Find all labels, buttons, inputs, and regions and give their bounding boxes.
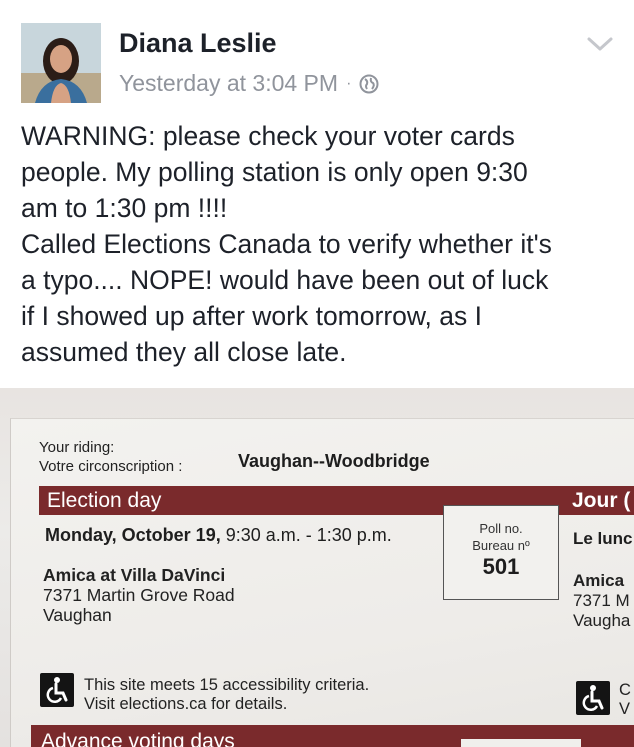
avatar[interactable] [21, 23, 101, 103]
post-text-line: if I showed up after work tomorrow, as I [21, 301, 482, 331]
author-name[interactable]: Diana Leslie [119, 28, 277, 59]
polling-location-name: Amica at Villa DaVinci [43, 565, 226, 585]
post-text-line: WARNING: please check your voter cards [21, 121, 515, 151]
polling-city: Vaughan [43, 605, 112, 625]
fr-city: Vaugha [573, 611, 631, 630]
post-text-line: Called Elections Canada to verify whethe… [21, 229, 552, 259]
advance-voting-band: Advance voting days [31, 725, 634, 747]
fr-date: Le lunc [573, 529, 633, 549]
riding-label-fr: Votre circonscription : [39, 458, 183, 475]
poll-label-en: Poll no. [479, 521, 523, 536]
voter-card: Your riding: Votre circonscription : Vau… [10, 418, 634, 747]
post-text-line: am to 1:30 pm !!!! [21, 193, 228, 223]
advance-voting-title: Advance voting days [41, 730, 235, 747]
meta-separator: · [346, 74, 352, 92]
avatar-image [21, 23, 101, 103]
fr-address: Amica 7371 M Vaugha [573, 571, 630, 631]
polling-address: Amica at Villa DaVinci 7371 Martin Grove… [43, 565, 235, 625]
band-divider [461, 739, 581, 747]
poll-label: Poll no. Bureau nº [444, 520, 558, 554]
post-photo[interactable]: Your riding: Votre circonscription : Vau… [0, 388, 634, 747]
accessibility-fr-line-1: C [619, 681, 631, 699]
poll-box: Poll no. Bureau nº 501 [443, 505, 559, 600]
accessibility-line-2: Visit elections.ca for details. [84, 695, 288, 713]
accessibility-text: This site meets 15 accessibility criteri… [84, 676, 369, 714]
election-day-title-fr: Jour ( [572, 489, 631, 512]
accessibility-fr-line-2: V [619, 700, 631, 718]
riding-label: Your riding: Votre circonscription : [39, 438, 182, 476]
election-date-day: Monday, October 19, [45, 525, 221, 545]
post-meta: Yesterday at 3:04 PM · [119, 70, 379, 97]
election-hours: 9:30 a.m. - 1:30 p.m. [220, 525, 392, 545]
post-timestamp[interactable]: Yesterday at 3:04 PM [119, 70, 338, 97]
election-day-title: Election day [47, 489, 162, 512]
globe-icon[interactable] [359, 74, 379, 94]
accessibility-line-1: This site meets 15 accessibility criteri… [84, 676, 370, 694]
riding-label-en: Your riding: [39, 439, 115, 456]
post-text-line: people. My polling station is only open … [21, 157, 528, 187]
election-date: Monday, October 19, 9:30 a.m. - 1:30 p.m… [45, 525, 392, 546]
fr-location-name: Amica [573, 571, 625, 590]
riding-value: Vaughan--Woodbridge [238, 451, 430, 471]
polling-street: 7371 Martin Grove Road [43, 585, 235, 605]
accessibility-text-fr: C V [619, 681, 631, 719]
poll-number: 501 [482, 554, 520, 579]
poll-label-fr: Bureau nº [472, 538, 530, 553]
post-text-line: a typo.... NOPE! would have been out of … [21, 265, 549, 295]
chevron-down-icon[interactable] [586, 33, 614, 55]
fr-date-text: Le lunc [573, 529, 633, 548]
post-text-line: assumed they all close late. [21, 337, 347, 367]
wheelchair-icon [40, 673, 74, 707]
fr-street: 7371 M [573, 591, 630, 610]
wheelchair-icon [576, 681, 610, 715]
post-card: Diana Leslie Yesterday at 3:04 PM · WARN… [0, 0, 634, 388]
post-body: WARNING: please check your voter cards p… [21, 118, 621, 370]
